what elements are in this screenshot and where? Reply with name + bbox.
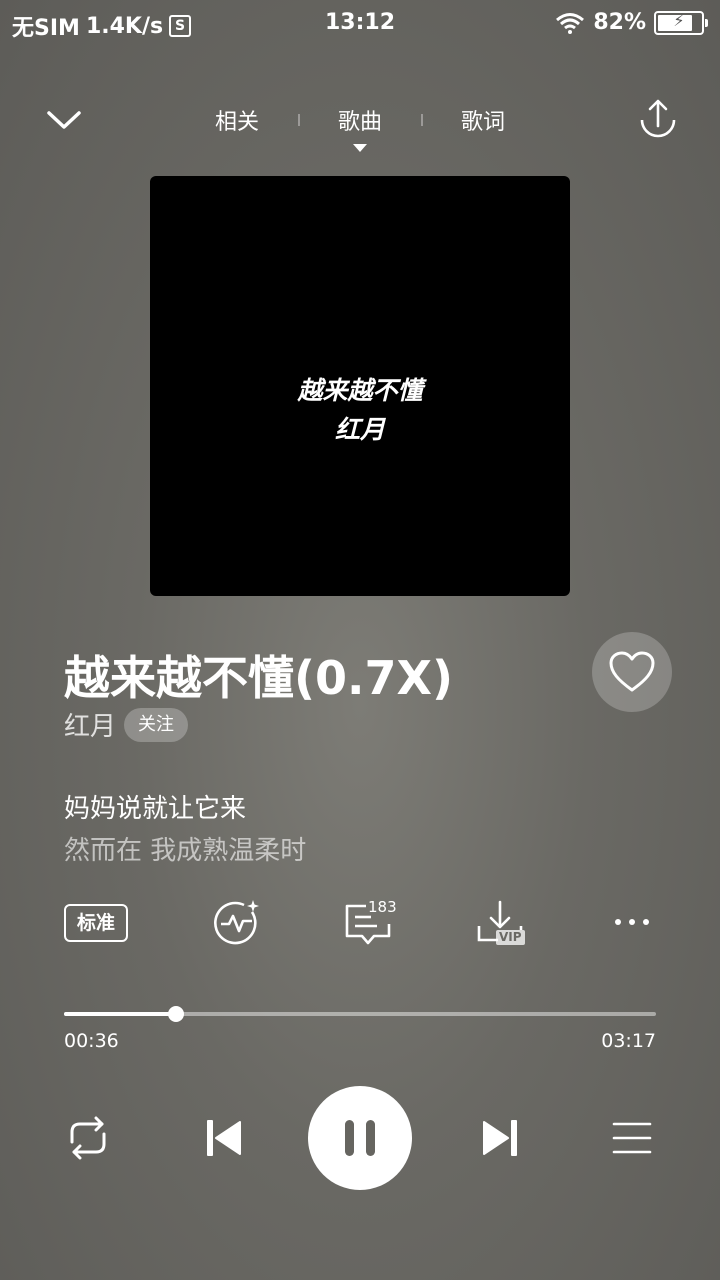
like-button[interactable] bbox=[592, 632, 672, 712]
tab-related[interactable]: 相关 bbox=[215, 104, 259, 136]
battery-icon: ⚡ bbox=[654, 10, 704, 35]
current-lyric[interactable]: 妈妈说就让它来 bbox=[64, 788, 246, 825]
total-time: 03:17 bbox=[601, 1030, 656, 1052]
loop-button[interactable] bbox=[64, 1116, 112, 1160]
share-icon bbox=[640, 99, 676, 138]
more-icon bbox=[615, 919, 649, 925]
sound-effect-icon bbox=[214, 900, 259, 945]
pause-icon bbox=[345, 1120, 375, 1156]
wifi-icon bbox=[556, 12, 585, 34]
playlist-button[interactable] bbox=[612, 1120, 652, 1156]
cover-artist: 红月 bbox=[334, 415, 385, 444]
artist-name[interactable]: 红月 bbox=[64, 706, 116, 743]
next-icon bbox=[483, 1120, 517, 1156]
tab-lyrics[interactable]: 歌词 bbox=[461, 104, 505, 136]
album-cover[interactable]: 越来越不懂 红月 bbox=[150, 176, 570, 596]
song-title: 越来越不懂(0.7X) bbox=[64, 651, 454, 705]
status-right: 82% ⚡ bbox=[555, 10, 708, 35]
cover-title: 越来越不懂 bbox=[297, 376, 423, 405]
progress-thumb[interactable] bbox=[168, 1006, 185, 1022]
playlist-icon bbox=[612, 1122, 652, 1154]
heart-icon bbox=[609, 651, 655, 692]
vip-badge: VIP bbox=[496, 930, 525, 945]
header-tabs: 相关 歌曲 歌词 bbox=[0, 100, 720, 152]
comment-count: 183 bbox=[368, 898, 397, 916]
follow-button[interactable]: 关注 bbox=[124, 708, 188, 742]
previous-icon bbox=[207, 1120, 241, 1156]
status-bar: 无SIM 1.4K/s S 13:12 82% ⚡ bbox=[0, 0, 720, 46]
current-time: 00:36 bbox=[64, 1030, 119, 1052]
tab-song[interactable]: 歌曲 bbox=[338, 104, 382, 136]
quality-button[interactable]: 标准 bbox=[64, 904, 128, 942]
more-button[interactable] bbox=[612, 912, 652, 932]
progress-bar[interactable] bbox=[64, 1006, 656, 1022]
previous-button[interactable] bbox=[204, 1118, 244, 1158]
share-button[interactable] bbox=[636, 98, 680, 142]
progress-played bbox=[64, 1012, 177, 1016]
loop-icon bbox=[70, 1116, 106, 1160]
active-tab-indicator bbox=[353, 144, 367, 152]
next-lyric[interactable]: 然而在 我成熟温柔时 bbox=[64, 830, 306, 867]
battery-percent: 82% bbox=[593, 10, 646, 35]
play-pause-button[interactable] bbox=[308, 1086, 412, 1190]
sound-effect-button[interactable] bbox=[212, 898, 262, 948]
next-button[interactable] bbox=[480, 1118, 520, 1158]
